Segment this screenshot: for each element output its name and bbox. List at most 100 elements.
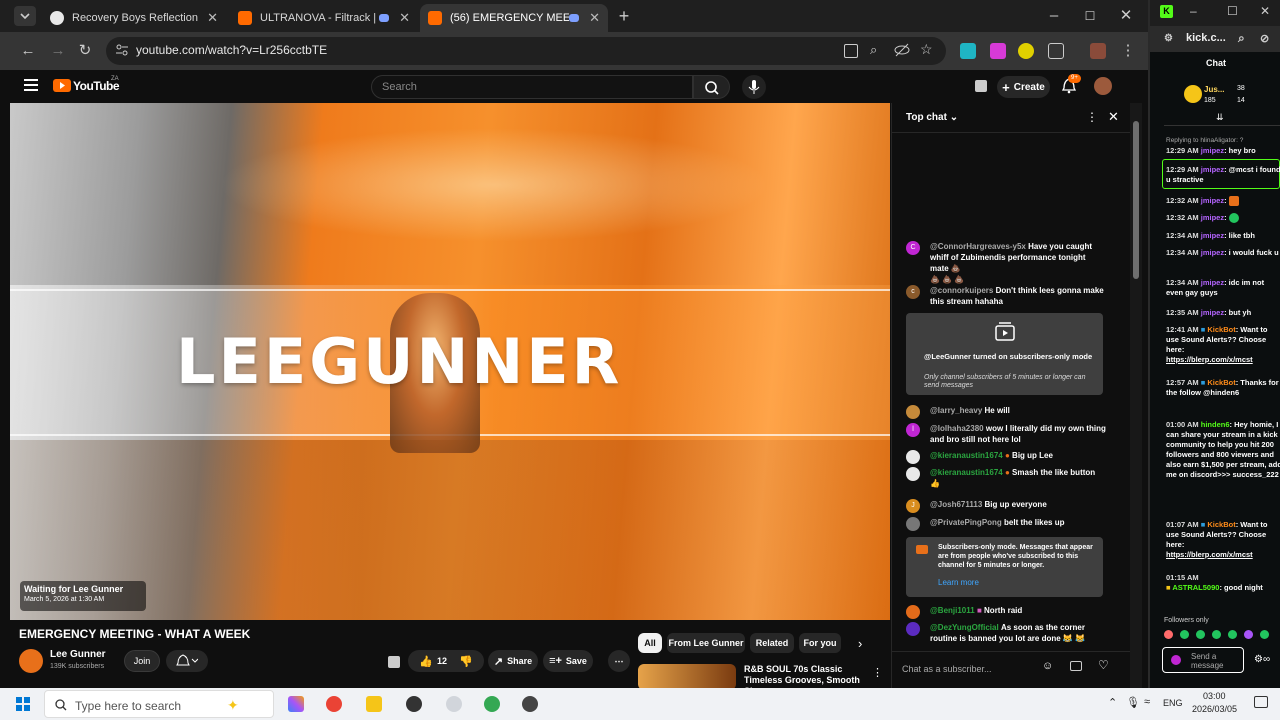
emote-icon[interactable]: [1228, 630, 1237, 639]
tab-recovery-boys[interactable]: Recovery Boys Reflection ✕: [42, 4, 226, 32]
copilot-icon[interactable]: [288, 696, 304, 712]
extension-icon[interactable]: [990, 43, 1006, 59]
kick-user[interactable]: KickBot: [1207, 378, 1235, 387]
hamburger-menu-icon[interactable]: [24, 79, 38, 91]
avatar[interactable]: [906, 517, 920, 531]
close-window-button[interactable]: ✕: [1116, 6, 1136, 26]
zoom-icon[interactable]: ⌕: [1238, 31, 1245, 46]
super-chat-icon[interactable]: [1070, 661, 1082, 671]
settings-icon[interactable]: ⚙∞: [1254, 654, 1270, 665]
close-icon[interactable]: ✕: [207, 10, 218, 26]
chevron-up-icon[interactable]: ⌃: [1108, 696, 1117, 709]
chat-author[interactable]: @connorkuipers: [930, 286, 993, 295]
video-player[interactable]: LEEGUNNER Waiting for Lee Gunner March 5…: [10, 103, 890, 620]
learn-more-link[interactable]: Learn more: [938, 578, 979, 587]
youtube-logo-icon[interactable]: [53, 79, 71, 92]
back-button[interactable]: ←: [18, 41, 38, 61]
heart-icon[interactable]: ♡: [1098, 658, 1109, 672]
clock-date[interactable]: 2026/03/05: [1192, 704, 1237, 714]
chat-author[interactable]: @PrivatePingPong: [930, 518, 1002, 527]
avatar[interactable]: c: [906, 285, 920, 299]
chat-author[interactable]: @lolhaha2380: [930, 424, 984, 433]
profile-avatar[interactable]: [1090, 43, 1106, 59]
kick-user[interactable]: ASTRAL5090: [1172, 583, 1219, 592]
chat-author[interactable]: @Benji1011: [930, 606, 975, 615]
kick-user[interactable]: jmipez: [1201, 278, 1224, 287]
kick-link[interactable]: https://blerp.com/x/mcst: [1166, 355, 1253, 364]
emote-icon[interactable]: [1196, 630, 1205, 639]
channel-name[interactable]: Lee Gunner: [50, 649, 106, 660]
chat-mode-selector[interactable]: Top chat ⌄: [906, 112, 958, 123]
kick-user[interactable]: jmipez: [1201, 165, 1224, 174]
kick-user[interactable]: hinden6: [1201, 420, 1230, 429]
scrollbar[interactable]: [1130, 103, 1142, 688]
close-window-button[interactable]: ✕: [1260, 4, 1270, 18]
chip-all[interactable]: All: [638, 633, 662, 653]
account-avatar[interactable]: [1094, 77, 1112, 95]
windows-start-icon[interactable]: [16, 697, 30, 711]
chat-author[interactable]: @ConnorHargreaves-y5x: [930, 242, 1026, 251]
kick-link[interactable]: https://blerp.com/x/mcst: [1166, 550, 1253, 559]
menu-kebab-icon[interactable]: ⋮: [872, 666, 883, 679]
chip-related[interactable]: Related: [750, 633, 794, 653]
channel-avatar[interactable]: [19, 649, 43, 673]
tab-emergency-meeting[interactable]: (56) EMERGENCY MEETING ✕: [420, 4, 608, 32]
chat-author[interactable]: @Josh671113: [930, 500, 982, 509]
taskbar-search[interactable]: Type here to search ✦: [44, 690, 274, 718]
avatar[interactable]: [906, 450, 920, 464]
send-message-input[interactable]: Send a message: [1162, 647, 1244, 673]
new-tab-button[interactable]: +: [614, 6, 634, 26]
chat-author[interactable]: @kieranaustin1674: [930, 468, 1003, 477]
chat-author[interactable]: @larry_heavy: [930, 406, 982, 415]
clock-time[interactable]: 03:00: [1203, 691, 1226, 701]
install-app-icon[interactable]: [844, 44, 858, 58]
share-button[interactable]: ↗ Share: [488, 650, 538, 672]
top-gifter-name[interactable]: Jus...: [1204, 85, 1224, 94]
avatar[interactable]: l: [906, 423, 920, 437]
zoom-icon[interactable]: ⌕: [870, 42, 877, 58]
subscribed-bell-button[interactable]: [166, 650, 208, 672]
avatar[interactable]: [906, 405, 920, 419]
obs-icon[interactable]: [406, 696, 422, 712]
chip-from-channel[interactable]: From Lee Gunner: [667, 633, 745, 653]
creator-studio-icon[interactable]: [975, 80, 987, 92]
eye-off-icon[interactable]: ⊘: [1260, 32, 1269, 45]
puzzle-icon[interactable]: [1048, 43, 1064, 59]
kick-user[interactable]: jmipez: [1201, 248, 1224, 257]
bookmark-star-icon[interactable]: ☆: [920, 41, 933, 58]
extension-icon[interactable]: [1018, 43, 1034, 59]
kick-user[interactable]: KickBot: [1207, 520, 1235, 529]
minimize-button[interactable]: –: [1044, 6, 1064, 26]
recommended-thumbnail[interactable]: [638, 664, 736, 690]
eye-off-icon[interactable]: [894, 43, 910, 57]
tab-search-button[interactable]: [14, 6, 36, 26]
kick-user[interactable]: jmipez: [1201, 196, 1224, 205]
chat-input[interactable]: Chat as a subscriber...: [902, 659, 1052, 679]
reload-button[interactable]: ↻: [75, 41, 95, 61]
omnibox[interactable]: youtube.com/watch?v=Lr256cctbTE ⌕ ☆: [106, 37, 946, 65]
thumbs-up-icon[interactable]: 👍: [419, 655, 433, 668]
site-info-icon[interactable]: [115, 43, 129, 57]
chevron-right-icon[interactable]: ›: [858, 636, 862, 651]
close-icon[interactable]: ✕: [399, 10, 410, 26]
emote-picker-icon[interactable]: [1171, 655, 1181, 665]
join-button[interactable]: Join: [124, 650, 160, 672]
emote-icon[interactable]: [1260, 630, 1269, 639]
tab-ultranova[interactable]: ULTRANOVA - Filtrack | HÖ ✕: [230, 4, 418, 32]
menu-kebab-icon[interactable]: ⋮: [1086, 110, 1098, 124]
chrome-icon[interactable]: [326, 696, 342, 712]
menu-kebab-icon[interactable]: ⋮: [1118, 41, 1138, 61]
avatar[interactable]: [906, 467, 920, 481]
maximize-button[interactable]: ☐: [1080, 6, 1100, 26]
close-icon[interactable]: ✕: [589, 10, 600, 26]
extension-icon[interactable]: [960, 43, 976, 59]
forward-button[interactable]: →: [48, 41, 68, 61]
avatar[interactable]: J: [906, 499, 920, 513]
kick-user[interactable]: jmipez: [1201, 213, 1224, 222]
create-button[interactable]: + Create: [997, 76, 1050, 98]
network-icon[interactable]: ≈: [1144, 696, 1150, 708]
search-button[interactable]: [693, 75, 730, 99]
avatar[interactable]: [906, 605, 920, 619]
language-indicator[interactable]: ENG: [1163, 698, 1183, 708]
kick-user[interactable]: jmipez: [1201, 146, 1224, 155]
